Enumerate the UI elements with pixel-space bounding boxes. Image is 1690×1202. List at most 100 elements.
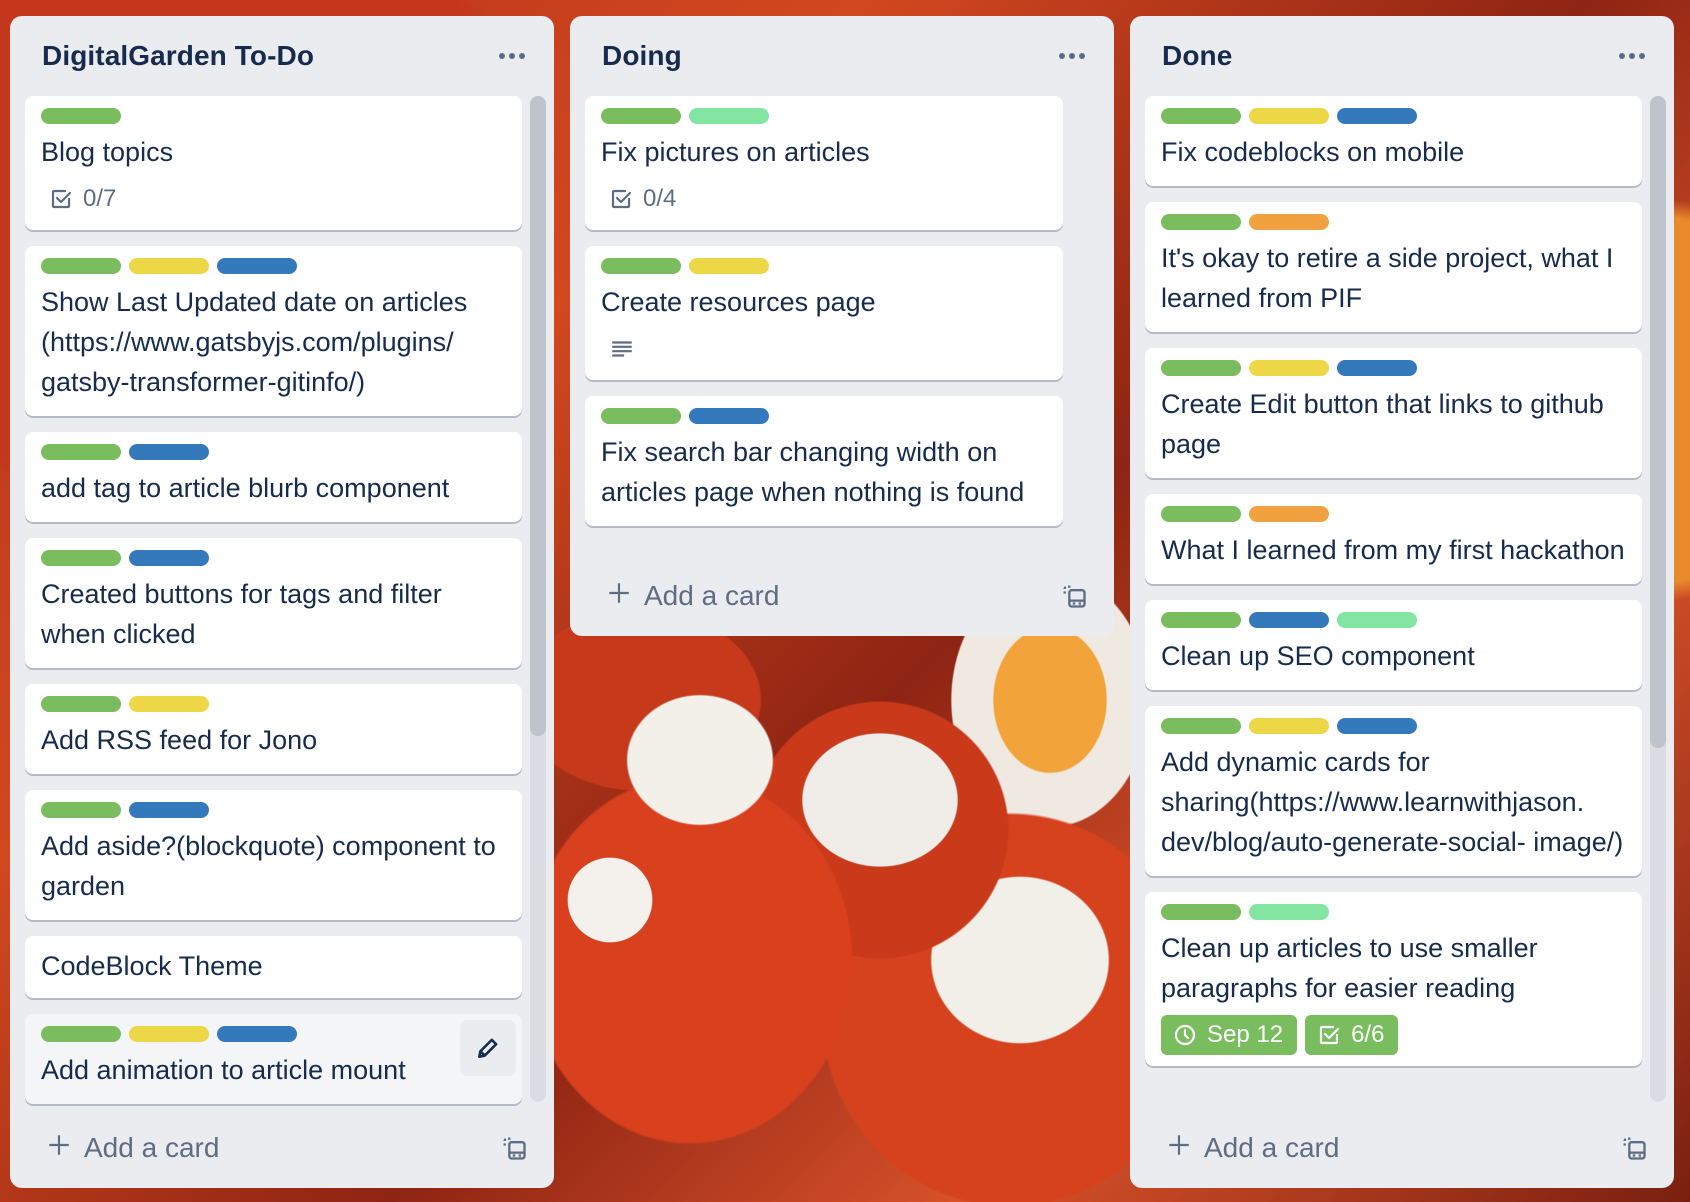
card-title: Clean up SEO component bbox=[1161, 641, 1475, 671]
label-yellow[interactable] bbox=[1249, 108, 1329, 124]
label-yellow[interactable] bbox=[129, 258, 209, 274]
add-card-button[interactable]: Add a card bbox=[46, 1132, 219, 1165]
card[interactable]: Fix pictures on articles 0/4 bbox=[585, 96, 1063, 230]
card[interactable]: Add dynamic cards for sharing(https://ww… bbox=[1145, 706, 1642, 876]
list-footer: Add a card bbox=[10, 1108, 554, 1188]
label-green[interactable] bbox=[601, 258, 681, 274]
card[interactable]: Clean up SEO component bbox=[1145, 600, 1642, 690]
list-menu-button[interactable] bbox=[492, 40, 532, 72]
label-yellow[interactable] bbox=[129, 1026, 209, 1042]
add-card-label: Add a card bbox=[644, 580, 780, 611]
add-card-button[interactable]: Add a card bbox=[1166, 1132, 1339, 1165]
label-lime[interactable] bbox=[1249, 904, 1329, 920]
label-green[interactable] bbox=[601, 408, 681, 424]
label-green[interactable] bbox=[1161, 214, 1241, 230]
label-green[interactable] bbox=[41, 802, 121, 818]
list-menu-button[interactable] bbox=[1612, 40, 1652, 72]
label-blue[interactable] bbox=[1337, 718, 1417, 734]
card[interactable]: CodeBlock Theme bbox=[25, 936, 522, 998]
scrollbar-thumb[interactable] bbox=[1650, 96, 1666, 748]
card[interactable]: Add RSS feed for Jono bbox=[25, 684, 522, 774]
card-title: Blog topics bbox=[41, 137, 174, 167]
label-green[interactable] bbox=[1161, 904, 1241, 920]
list-title[interactable]: DigitalGarden To-Do bbox=[42, 40, 314, 72]
card[interactable]: Created buttons for tags and filter when… bbox=[25, 538, 522, 668]
label-orange[interactable] bbox=[1249, 214, 1329, 230]
card[interactable]: It's okay to retire a side project, what… bbox=[1145, 202, 1642, 332]
label-yellow[interactable] bbox=[129, 696, 209, 712]
scrollbar[interactable] bbox=[530, 96, 546, 1102]
label-blue[interactable] bbox=[217, 1026, 297, 1042]
plus-icon bbox=[1166, 1132, 1192, 1165]
card[interactable]: Create Edit button that links to github … bbox=[1145, 348, 1642, 478]
list-header[interactable]: DigitalGarden To-Do bbox=[10, 16, 554, 96]
scrollbar-thumb[interactable] bbox=[530, 96, 546, 736]
label-blue[interactable] bbox=[1337, 360, 1417, 376]
label-green[interactable] bbox=[1161, 718, 1241, 734]
label-green[interactable] bbox=[41, 444, 121, 460]
card[interactable]: Fix search bar changing width on article… bbox=[585, 396, 1063, 526]
label-green[interactable] bbox=[1161, 360, 1241, 376]
card-labels bbox=[41, 802, 506, 818]
card-labels bbox=[1161, 214, 1626, 230]
label-green[interactable] bbox=[601, 108, 681, 124]
plus-icon bbox=[46, 1132, 72, 1165]
card-title: add tag to article blurb component bbox=[41, 473, 450, 503]
label-blue[interactable] bbox=[689, 408, 769, 424]
card[interactable]: Fix codeblocks on mobile bbox=[1145, 96, 1642, 186]
card[interactable]: What I learned from my first hackathon bbox=[1145, 494, 1642, 584]
label-blue[interactable] bbox=[129, 444, 209, 460]
plus-icon bbox=[606, 580, 632, 613]
create-from-template-button[interactable] bbox=[1060, 582, 1088, 610]
label-green[interactable] bbox=[41, 696, 121, 712]
card-title: It's okay to retire a side project, what… bbox=[1161, 243, 1614, 313]
due-date-badge[interactable]: Sep 12 bbox=[1161, 1015, 1298, 1055]
label-green[interactable] bbox=[41, 258, 121, 274]
card[interactable]: Create resources page bbox=[585, 246, 1063, 380]
card[interactable]: Blog topics 0/7 bbox=[25, 96, 522, 230]
card-labels bbox=[601, 108, 1047, 124]
card-labels bbox=[1161, 108, 1626, 124]
label-lime[interactable] bbox=[689, 108, 769, 124]
checklist-count: 6/6 bbox=[1351, 1021, 1385, 1048]
due-date: Sep 12 bbox=[1207, 1021, 1284, 1048]
label-yellow[interactable] bbox=[1249, 360, 1329, 376]
label-blue[interactable] bbox=[129, 550, 209, 566]
card[interactable]: Clean up articles to use smaller paragra… bbox=[1145, 892, 1642, 1066]
label-lime[interactable] bbox=[1337, 612, 1417, 628]
list-footer: Add a card bbox=[1130, 1108, 1674, 1188]
card[interactable]: Add aside?(blockquote) component to gard… bbox=[25, 790, 522, 920]
label-green[interactable] bbox=[41, 1026, 121, 1042]
label-green[interactable] bbox=[41, 108, 121, 124]
label-yellow[interactable] bbox=[689, 258, 769, 274]
label-blue[interactable] bbox=[1249, 612, 1329, 628]
list-menu-button[interactable] bbox=[1052, 40, 1092, 72]
edit-card-button[interactable] bbox=[460, 1020, 516, 1076]
card[interactable]: Add animation to article mount bbox=[25, 1014, 522, 1104]
label-green[interactable] bbox=[41, 550, 121, 566]
list-footer: Add a card bbox=[570, 556, 1114, 636]
create-from-template-button[interactable] bbox=[1620, 1134, 1648, 1162]
label-blue[interactable] bbox=[129, 802, 209, 818]
description-icon bbox=[601, 336, 635, 362]
add-card-label: Add a card bbox=[1204, 1132, 1340, 1163]
add-card-button[interactable]: Add a card bbox=[606, 580, 779, 613]
checklist-count: 0/4 bbox=[643, 185, 677, 212]
label-green[interactable] bbox=[1161, 506, 1241, 522]
list-todo: DigitalGarden To-Do Blog topics 0/7 Show L… bbox=[10, 16, 554, 1188]
create-from-template-button[interactable] bbox=[500, 1134, 528, 1162]
label-green[interactable] bbox=[1161, 612, 1241, 628]
label-yellow[interactable] bbox=[1249, 718, 1329, 734]
card[interactable]: add tag to article blurb component bbox=[25, 432, 522, 522]
list-header[interactable]: Done bbox=[1130, 16, 1674, 96]
card[interactable]: Show Last Updated date on articles (http… bbox=[25, 246, 522, 416]
label-green[interactable] bbox=[1161, 108, 1241, 124]
card-template-icon bbox=[1060, 585, 1088, 614]
label-blue[interactable] bbox=[217, 258, 297, 274]
label-orange[interactable] bbox=[1249, 506, 1329, 522]
scrollbar[interactable] bbox=[1650, 96, 1666, 1102]
list-header[interactable]: Doing bbox=[570, 16, 1114, 96]
label-blue[interactable] bbox=[1337, 108, 1417, 124]
list-title[interactable]: Doing bbox=[602, 40, 682, 72]
list-title[interactable]: Done bbox=[1162, 40, 1232, 72]
